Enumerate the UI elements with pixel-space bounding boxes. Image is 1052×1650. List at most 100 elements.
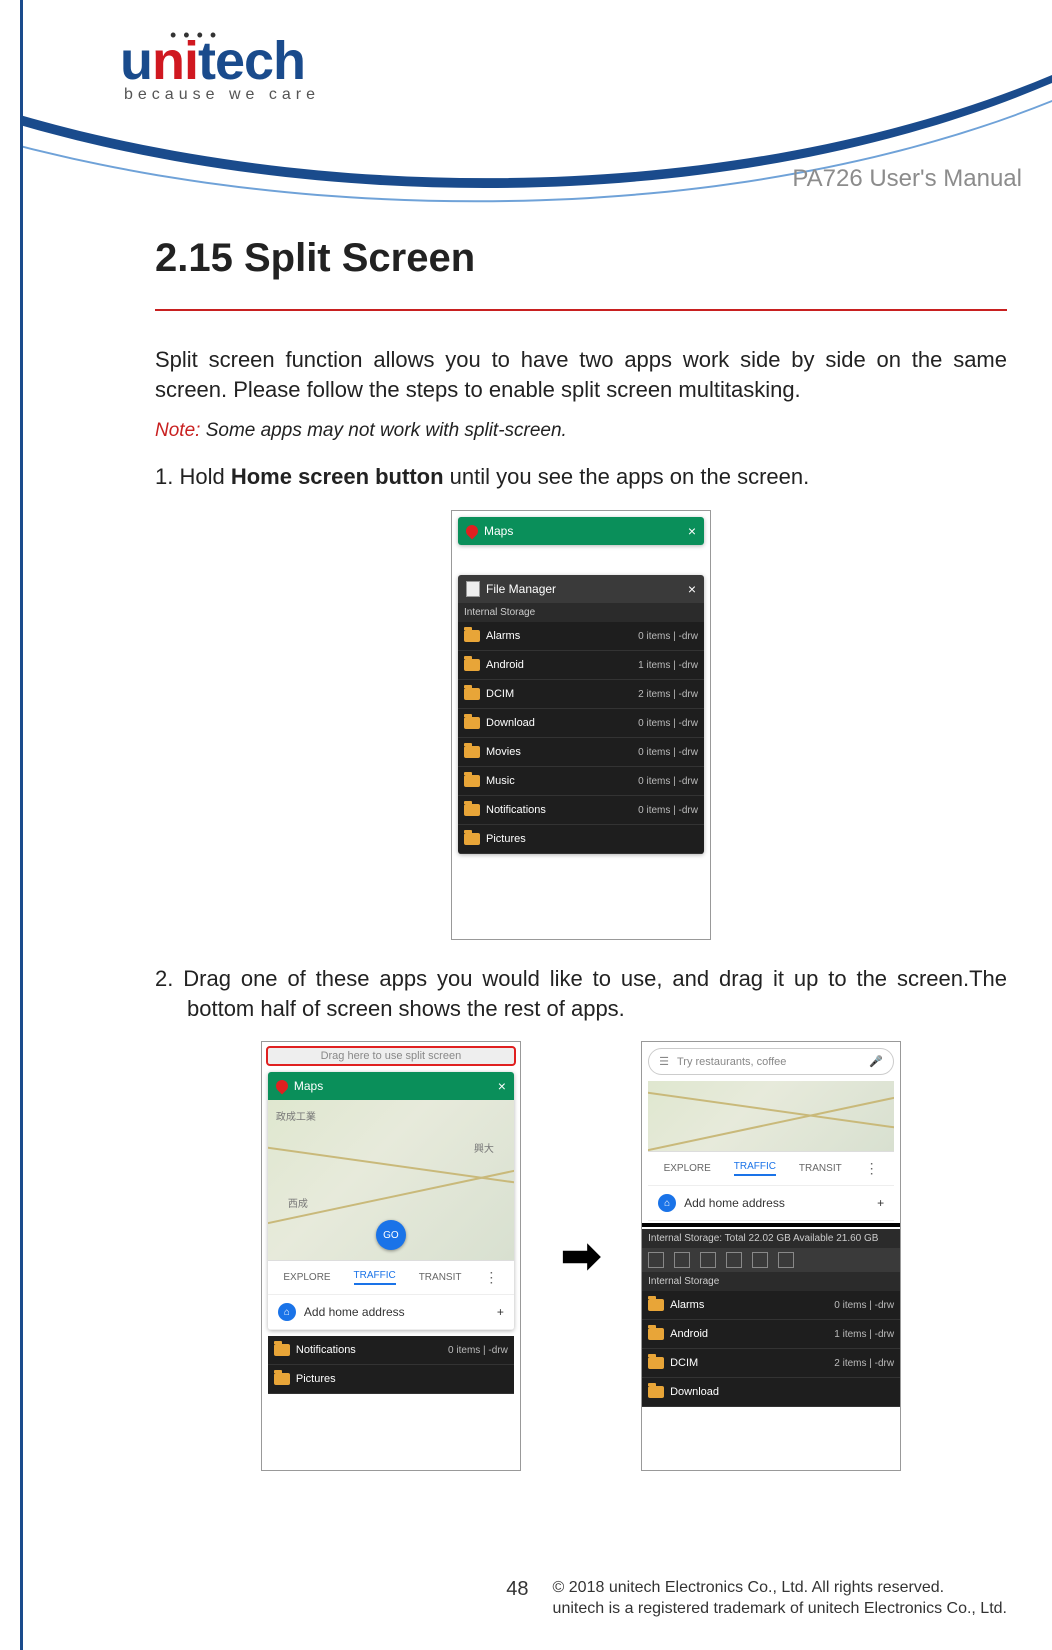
tool-icon — [674, 1252, 690, 1268]
page-footer: 48 © 2018 unitech Electronics Co., Ltd. … — [155, 1578, 1007, 1620]
folder-icon — [464, 804, 480, 816]
page-content: 2.15 Split Screen Split screen function … — [0, 200, 1052, 1471]
list-item: Android1 items | -drw — [642, 1320, 900, 1349]
figure-1: Maps × File Manager × Internal Storage A… — [155, 510, 1007, 940]
tab-explore: EXPLORE — [283, 1272, 330, 1283]
list-item: Music0 items | -drw — [458, 767, 704, 796]
arrow-right-icon: ➡ — [561, 1228, 601, 1284]
folder-icon — [648, 1386, 664, 1398]
fm-peek: Notifications0 items | -drw Pictures — [268, 1336, 514, 1394]
fm-card-header: File Manager × — [458, 575, 704, 603]
folder-icon — [648, 1357, 664, 1369]
close-icon: × — [688, 523, 696, 539]
fm-bottom-half: Internal Storage: Total 22.02 GB Availab… — [642, 1229, 900, 1407]
maps-tabs: EXPLORE TRAFFIC TRANSIT ⋮ — [648, 1151, 894, 1185]
page-header: • • • • unitech because we care PA726 Us… — [0, 0, 1052, 200]
add-home-row: ⌂Add home address + — [648, 1185, 894, 1221]
list-item: Alarms0 items | -drw — [642, 1291, 900, 1320]
list-item: DCIM2 items | -drw — [458, 680, 704, 709]
logo-tagline: because we care — [124, 86, 1012, 104]
section-heading: 2.15 Split Screen — [155, 236, 1007, 281]
step-1: 1. Hold Home screen button until you see… — [155, 462, 1007, 492]
tool-icon — [648, 1252, 664, 1268]
maps-search-bar: ☰ Try restaurants, coffee 🎤 — [648, 1048, 894, 1075]
storage-status: Internal Storage: Total 22.02 GB Availab… — [642, 1229, 900, 1248]
maps-map-view — [648, 1081, 894, 1151]
maps-map-view: 政成工業 興大 西成 GO — [268, 1100, 514, 1260]
folder-icon — [274, 1373, 290, 1385]
logo-wordmark: unitech — [120, 30, 1012, 92]
list-item: Notifications0 items | -drw — [268, 1336, 514, 1365]
maps-card-header: Maps × — [458, 517, 704, 545]
close-icon: × — [688, 581, 696, 597]
folder-icon — [464, 746, 480, 758]
screenshot-splitview: ☰ Try restaurants, coffee 🎤 EXPLORE TRAF… — [641, 1041, 901, 1471]
home-icon: ⌂ — [658, 1194, 676, 1212]
add-home-row: ⌂Add home address + — [268, 1294, 514, 1330]
folder-icon — [464, 717, 480, 729]
recent-card-maps: Maps × 政成工業 興大 西成 GO EXPLORE TRAFFIC TRA… — [268, 1072, 514, 1330]
document-title: PA726 User's Manual — [792, 165, 1022, 193]
maps-tabs: EXPLORE TRAFFIC TRANSIT ⋮ — [268, 1260, 514, 1294]
note-label: Note: — [155, 420, 200, 441]
plus-icon: + — [497, 1305, 504, 1319]
step-2: 2. Drag one of these apps you would like… — [155, 964, 1007, 1023]
tab-transit: TRANSIT — [799, 1163, 842, 1174]
recent-card-maps: Maps × — [458, 517, 704, 545]
heading-underline — [155, 309, 1007, 311]
list-item: Download — [642, 1378, 900, 1407]
page-left-rule — [20, 0, 23, 1650]
list-item: Android1 items | -drw — [458, 651, 704, 680]
folder-icon — [648, 1328, 664, 1340]
note-line: Note: Some apps may not work with split-… — [155, 420, 1007, 442]
fm-folder-list: Internal Storage Alarms0 items | -drw An… — [458, 603, 704, 854]
go-button: GO — [376, 1220, 406, 1250]
tool-icon — [778, 1252, 794, 1268]
mic-icon: 🎤 — [869, 1055, 883, 1068]
brand-logo: • • • • unitech because we care — [120, 30, 1012, 104]
tab-traffic: TRAFFIC — [734, 1161, 776, 1176]
maps-icon — [273, 1078, 290, 1095]
tool-icon — [752, 1252, 768, 1268]
kebab-icon: ⋮ — [484, 1269, 498, 1286]
list-item: Notifications0 items | -drw — [458, 796, 704, 825]
footer-text: © 2018 unitech Electronics Co., Ltd. All… — [553, 1578, 1007, 1620]
page-number: 48 — [506, 1578, 528, 1601]
close-icon: × — [498, 1078, 506, 1094]
list-item: Download0 items | -drw — [458, 709, 704, 738]
tab-explore: EXPLORE — [664, 1163, 711, 1174]
list-item: DCIM2 items | -drw — [642, 1349, 900, 1378]
storage-section-label: Internal Storage — [458, 603, 704, 622]
recent-card-file-manager: File Manager × Internal Storage Alarms0 … — [458, 575, 704, 854]
drag-here-banner: Drag here to use split screen — [266, 1046, 516, 1066]
tab-transit: TRANSIT — [419, 1272, 462, 1283]
plus-icon: + — [877, 1196, 884, 1210]
list-item: Pictures — [268, 1365, 514, 1394]
kebab-icon: ⋮ — [865, 1160, 879, 1177]
folder-icon — [464, 659, 480, 671]
maps-card-header: Maps × — [268, 1072, 514, 1100]
list-item: Movies0 items | -drw — [458, 738, 704, 767]
list-item: Alarms0 items | -drw — [458, 622, 704, 651]
folder-icon — [464, 630, 480, 642]
list-item: Pictures — [458, 825, 704, 854]
storage-section-label: Internal Storage — [642, 1272, 900, 1291]
screenshot-recents: Maps × File Manager × Internal Storage A… — [451, 510, 711, 940]
folder-icon — [274, 1344, 290, 1356]
file-manager-icon — [466, 581, 480, 597]
maps-icon — [464, 523, 481, 540]
figure-2: Drag here to use split screen Maps × 政成工… — [155, 1041, 1007, 1471]
folder-icon — [464, 688, 480, 700]
folder-icon — [464, 775, 480, 787]
hamburger-icon: ☰ — [659, 1055, 669, 1068]
tab-traffic: TRAFFIC — [354, 1270, 396, 1285]
tool-icon — [726, 1252, 742, 1268]
home-icon: ⌂ — [278, 1303, 296, 1321]
tool-icon — [700, 1252, 716, 1268]
logo-dots: • • • • — [170, 25, 217, 46]
note-text: Some apps may not work with split-screen… — [200, 420, 566, 441]
fm-toolbar — [642, 1248, 900, 1272]
intro-paragraph: Split screen function allows you to have… — [155, 345, 1007, 404]
folder-icon — [464, 833, 480, 845]
split-divider — [642, 1223, 900, 1227]
